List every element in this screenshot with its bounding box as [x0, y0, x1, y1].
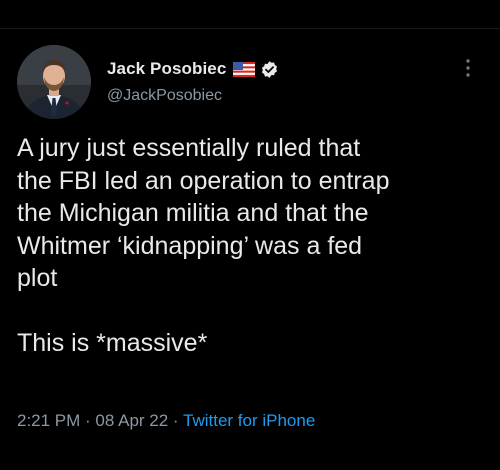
avatar[interactable]: [17, 45, 91, 119]
author-handle[interactable]: @JackPosobiec: [107, 87, 222, 105]
meta-separator: ·: [168, 411, 184, 430]
avatar-photo: [17, 45, 91, 119]
us-flag-icon: [233, 61, 256, 77]
author-name-row[interactable]: Jack Posobiec: [107, 58, 279, 80]
tweet-time[interactable]: 2:21 PM: [17, 411, 80, 430]
verified-badge-icon: [260, 60, 279, 79]
tweet-source-link[interactable]: Twitter for iPhone: [183, 411, 315, 430]
top-divider: [0, 28, 500, 29]
tweet-body: A jury just essentially ruled that the F…: [17, 134, 390, 357]
meta-separator: ·: [80, 411, 96, 430]
more-options-icon[interactable]: [462, 57, 474, 79]
tweet-metadata: 2:21 PM · 08 Apr 22 · Twitter for iPhone: [17, 411, 315, 431]
author-display-name[interactable]: Jack Posobiec: [107, 59, 226, 79]
tweet-date[interactable]: 08 Apr 22: [95, 411, 168, 430]
